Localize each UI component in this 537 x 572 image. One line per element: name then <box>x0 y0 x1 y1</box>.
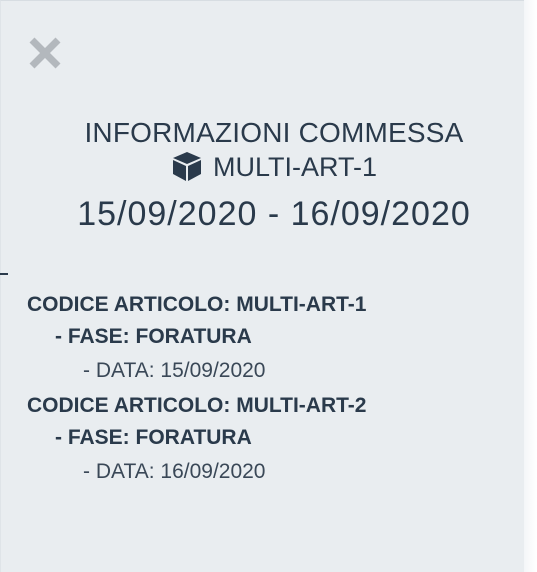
panel-edge-shadow <box>524 0 537 572</box>
article-item: CODICE ARTICOLO: MULTI-ART-1 - FASE: FOR… <box>27 290 366 388</box>
article-phase: - FASE: FORATURA <box>55 325 252 348</box>
article-phase: - FASE: FORATURA <box>55 426 252 449</box>
order-code-line: MULTI-ART-1 <box>1 150 537 190</box>
order-date-range: 15/09/2020 - 16/09/2020 <box>77 195 471 233</box>
panel-title: INFORMAZIONI COMMESSA <box>84 117 464 148</box>
close-icon <box>29 37 61 69</box>
order-header: INFORMAZIONI COMMESSA MULTI-ART-1 15/09/… <box>1 115 537 236</box>
article-code: CODICE ARTICOLO: MULTI-ART-1 <box>27 293 367 316</box>
article-item: CODICE ARTICOLO: MULTI-ART-2 - FASE: FOR… <box>27 391 366 489</box>
box-icon <box>171 150 203 190</box>
order-info-panel: INFORMAZIONI COMMESSA MULTI-ART-1 15/09/… <box>0 0 524 572</box>
article-date: - DATA: 15/09/2020 <box>83 359 266 382</box>
article-date: - DATA: 16/09/2020 <box>83 460 266 483</box>
background-divider <box>0 273 8 275</box>
article-list: CODICE ARTICOLO: MULTI-ART-1 - FASE: FOR… <box>27 287 366 489</box>
order-code: MULTI-ART-1 <box>212 152 378 182</box>
close-button[interactable] <box>27 35 63 71</box>
article-code: CODICE ARTICOLO: MULTI-ART-2 <box>27 394 367 417</box>
